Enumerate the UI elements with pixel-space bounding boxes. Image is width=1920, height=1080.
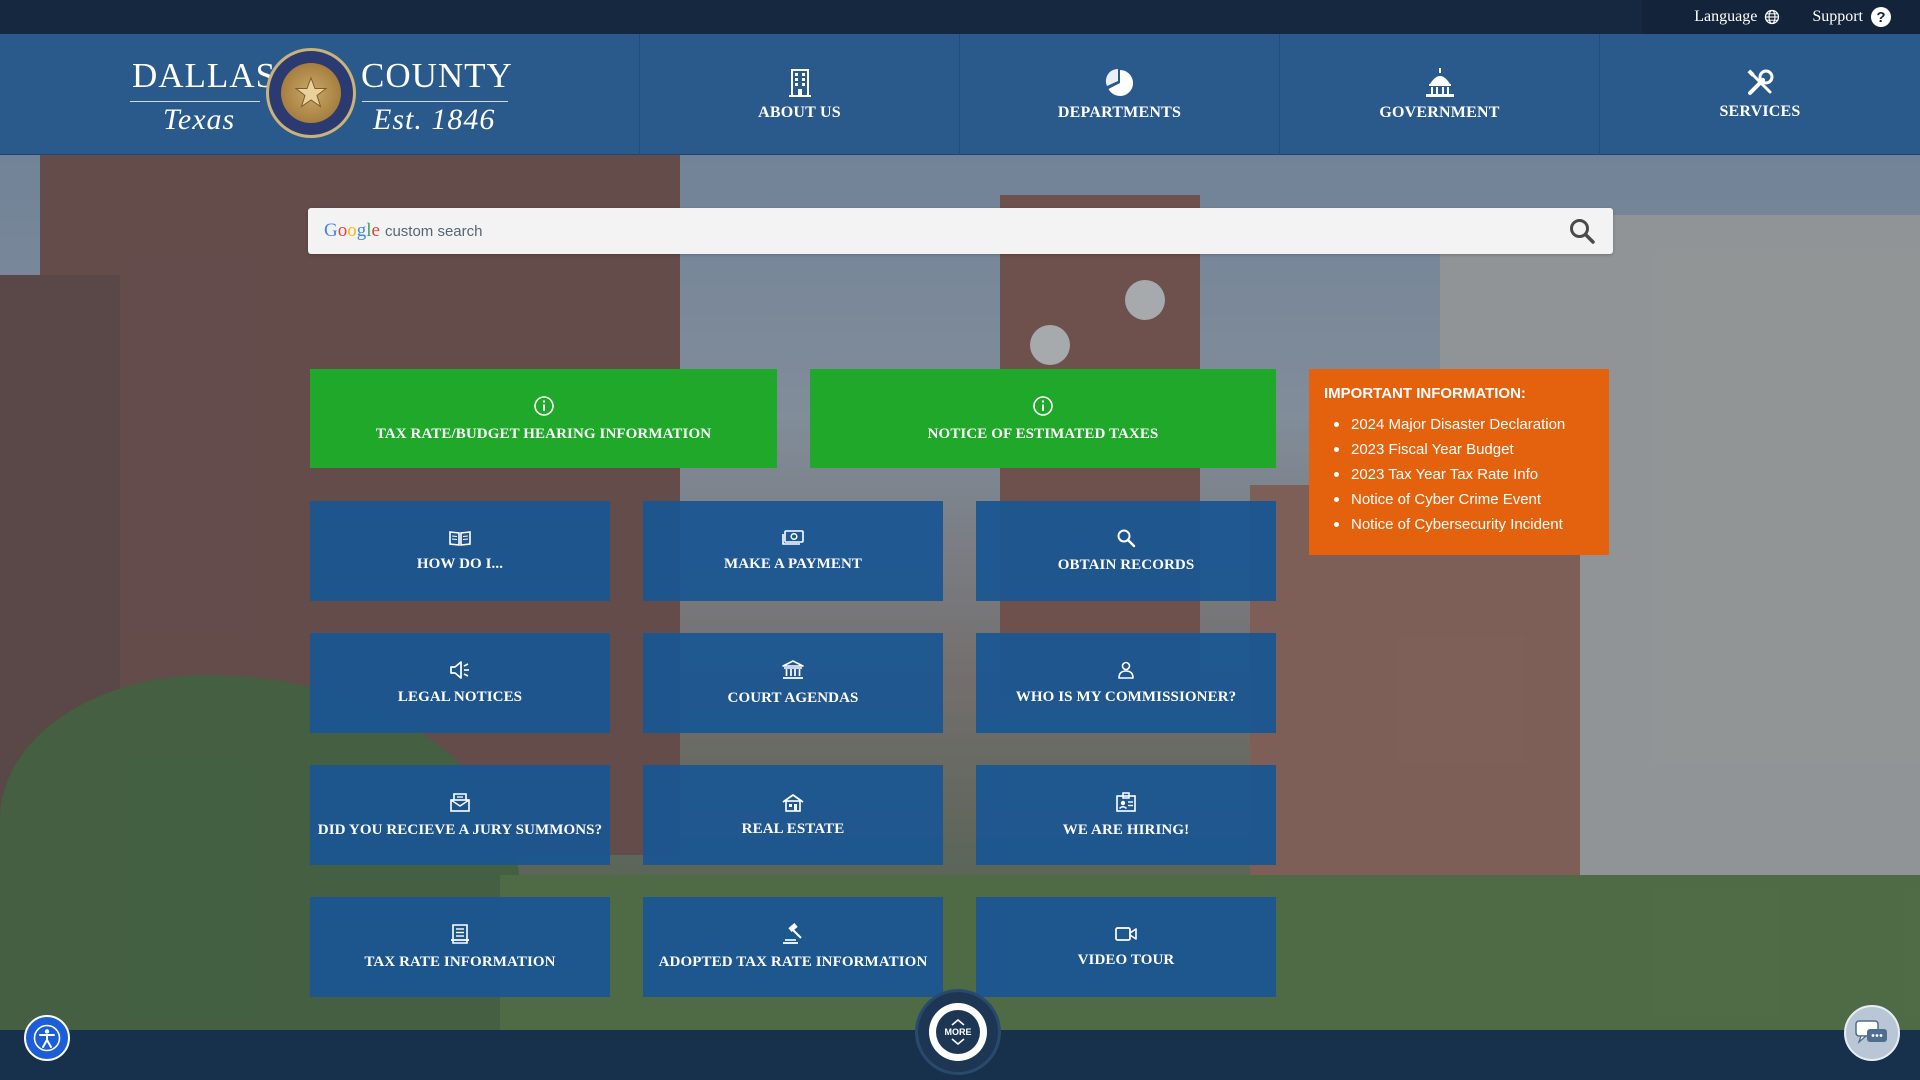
chat-button[interactable] [1844,1005,1900,1061]
hiring-tile[interactable]: WE ARE HIRING! [976,765,1276,865]
video-camera-icon [1115,927,1137,941]
logo-dallas: DALLAS [132,56,277,95]
estimated-taxes-label: NOTICE OF ESTIMATED TAXES [927,425,1159,442]
receipt-icon [451,924,469,944]
obtain-records-label: OBTAIN RECORDS [1057,557,1195,573]
commissioner-label: WHO IS MY COMMISSIONER? [1015,689,1237,705]
nav-departments[interactable]: DEPARTMENTS [960,34,1280,155]
person-icon [1118,661,1134,679]
important-link-cybersecurity[interactable]: Notice of Cybersecurity Incident [1324,512,1594,537]
info-circle-icon [533,395,554,416]
important-info-panel: IMPORTANT INFORMATION: 2024 Major Disast… [1309,369,1609,555]
real-estate-tile[interactable]: REAL ESTATE [643,765,943,865]
gavel-icon [783,923,802,944]
support-link[interactable]: Support ? [1812,6,1892,28]
important-link-cyber-crime[interactable]: Notice of Cyber Crime Event [1324,487,1594,512]
nav-services-label: SERVICES [1719,102,1801,120]
chevron-up-icon [951,1019,965,1026]
search-icon [1570,219,1595,244]
nav-government[interactable]: GOVERNMENT [1280,34,1600,155]
utility-bar: Language Support ? [0,0,1920,34]
adopted-tax-tile[interactable]: ADOPTED TAX RATE INFORMATION [643,897,943,997]
logo-texas: Texas [163,103,236,136]
court-agendas-label: COURT AGENDAS [727,690,859,706]
more-button-ring: MORE [929,1003,987,1061]
how-do-i-label: HOW DO I... [416,556,504,572]
legal-notices-tile[interactable]: LEGAL NOTICES [310,633,610,733]
nav-services[interactable]: SERVICES [1600,34,1920,155]
house-icon [782,794,804,812]
search-bar: Google [308,208,1613,254]
video-tour-label: VIDEO TOUR [1077,952,1175,968]
building-icon [788,68,811,97]
tax-hearing-label: TAX RATE/BUDGET HEARING INFORMATION [375,425,712,442]
site-header: DALLAS COUNTY Texas Est. 1846 ABOUT US D… [0,34,1920,155]
legal-notices-label: LEGAL NOTICES [397,689,523,705]
county-logo[interactable]: DALLAS COUNTY Texas Est. 1846 [0,34,640,155]
language-link[interactable]: Language [1694,8,1780,26]
county-seal-image [266,48,356,138]
logo-county: COUNTY [361,56,513,95]
question-circle-icon: ? [1871,7,1891,27]
jury-summons-tile[interactable]: DID YOU RECIEVE A JURY SUMMONS? [310,765,610,865]
info-circle-icon [1033,395,1053,416]
utility-links: Language Support ? [1642,0,1920,34]
nav-government-label: GOVERNMENT [1379,103,1500,121]
language-label: Language [1694,8,1758,25]
open-book-icon [449,531,471,546]
make-payment-tile[interactable]: MAKE A PAYMENT [643,501,943,601]
video-tour-tile[interactable]: VIDEO TOUR [976,897,1276,997]
important-info-title: IMPORTANT INFORMATION: [1324,385,1526,402]
globe-icon [1765,9,1780,25]
important-link-tax-rate[interactable]: 2023 Tax Year Tax Rate Info [1324,462,1594,487]
more-button[interactable]: MORE [918,992,998,1072]
accessibility-icon [33,1024,61,1052]
tools-icon [1747,68,1774,95]
hero-overlay [0,155,1920,1030]
capitol-icon [1425,67,1454,97]
important-info-list: 2024 Major Disaster Declaration 2023 Fis… [1324,412,1594,537]
nav-about-us[interactable]: ABOUT US [640,34,960,155]
search-icon [1117,529,1136,548]
court-agendas-tile[interactable]: COURT AGENDAS [643,633,943,733]
make-payment-label: MAKE A PAYMENT [723,556,863,572]
tax-hearing-tile[interactable]: TAX RATE/BUDGET HEARING INFORMATION [310,369,777,468]
how-do-i-tile[interactable]: HOW DO I... [310,501,610,601]
hero-background-image [0,155,1920,1030]
adopted-tax-label: ADOPTED TAX RATE INFORMATION [658,954,928,970]
logo-divider-left [130,101,260,102]
courthouse-icon [782,660,804,679]
search-button[interactable] [1567,216,1597,246]
important-link-budget[interactable]: 2023 Fiscal Year Budget [1324,437,1594,462]
logo-divider-right [362,101,508,102]
chat-bubbles-icon [1855,1020,1887,1045]
jury-summons-label: DID YOU RECIEVE A JURY SUMMONS? [317,822,603,838]
more-button-core: MORE [936,1010,980,1054]
support-label: Support [1812,8,1863,25]
tax-rate-info-label: TAX RATE INFORMATION [364,954,556,970]
pie-chart-icon [1105,68,1133,96]
chevron-down-icon [951,1038,965,1045]
obtain-records-tile[interactable]: OBTAIN RECORDS [976,501,1276,601]
tax-rate-info-tile[interactable]: TAX RATE INFORMATION [310,897,610,997]
nav-about-us-label: ABOUT US [758,103,841,121]
google-logo: Google [324,220,380,241]
commissioner-tile[interactable]: WHO IS MY COMMISSIONER? [976,633,1276,733]
nav-departments-label: DEPARTMENTS [1057,103,1182,121]
search-input[interactable] [384,222,1567,240]
mail-summons-icon [450,793,470,812]
hiring-label: WE ARE HIRING! [1062,822,1190,838]
megaphone-icon [450,661,469,679]
logo-established: Est. 1846 [373,103,496,136]
real-estate-label: REAL ESTATE [741,821,845,837]
money-icon [782,530,804,545]
accessibility-button[interactable] [24,1015,70,1061]
important-link-disaster[interactable]: 2024 Major Disaster Declaration [1324,412,1594,437]
svg-text:?: ? [1876,9,1885,26]
id-badge-icon [1116,792,1136,812]
estimated-taxes-tile[interactable]: NOTICE OF ESTIMATED TAXES [810,369,1276,468]
more-label: MORE [944,1027,972,1037]
